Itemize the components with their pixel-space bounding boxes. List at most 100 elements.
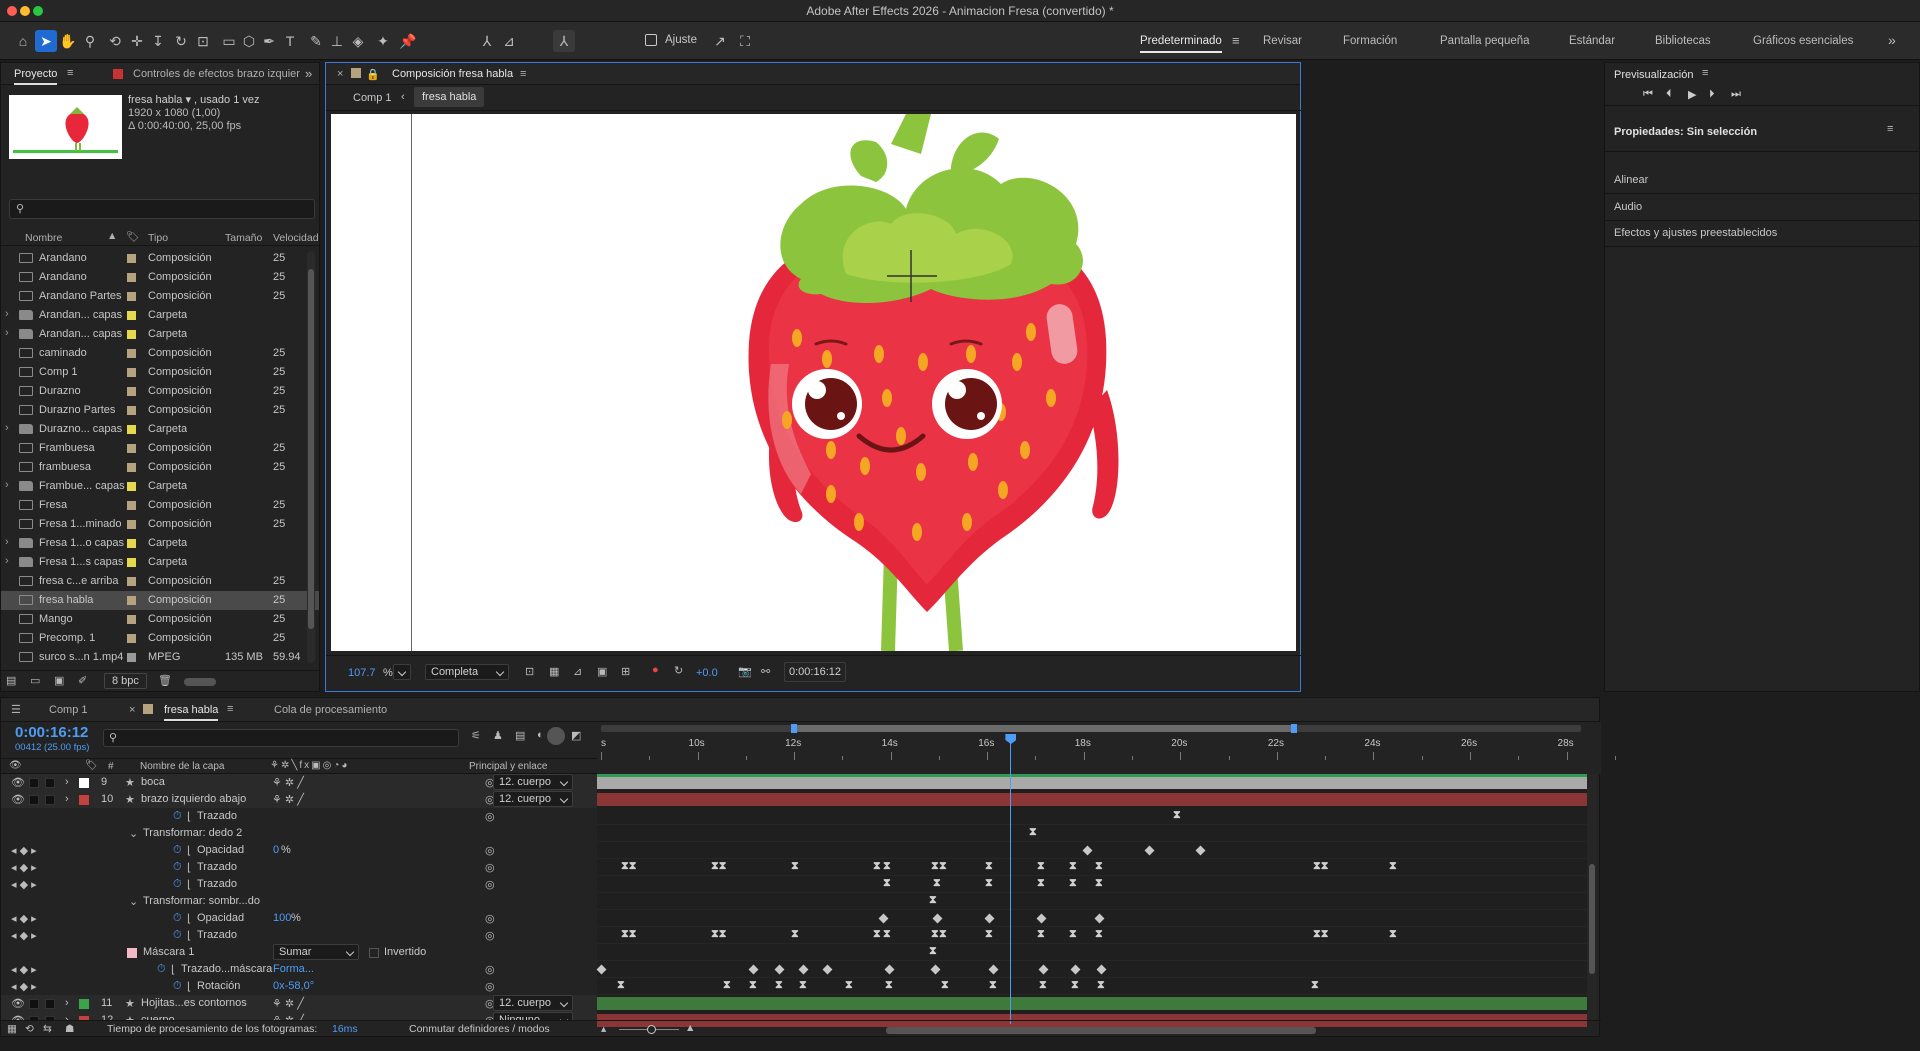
layer-duration-bar[interactable] (597, 997, 1587, 1010)
toggle-switches-modes[interactable]: Conmutar definidores / modos (409, 1023, 550, 1035)
keyframe-hold[interactable]: ⧗⧗ (621, 928, 636, 941)
keyframe-diamond[interactable] (988, 964, 999, 975)
reset-exposure-icon[interactable]: ↻ (674, 664, 683, 677)
expression-pickwhip-icon[interactable]: ◎ (485, 912, 495, 925)
lock-toggle[interactable] (45, 999, 55, 1009)
tab-composition[interactable]: Composición fresa habla (392, 68, 513, 80)
shape-3d-tool-icon[interactable]: ⬡ (238, 30, 260, 52)
col-speed[interactable]: Velocidad (273, 232, 319, 244)
keyframe-nav-icon[interactable]: ◂ ◆ ▸ (11, 929, 37, 942)
project-item[interactable]: Comp 1 Composición 25 (1, 363, 319, 382)
label-color-swatch[interactable] (127, 349, 136, 358)
lock-toggle[interactable] (45, 778, 55, 788)
keyframe-hold[interactable]: ⧗ (985, 877, 993, 890)
keyframe-hold[interactable]: ⧗ (845, 979, 853, 992)
col-layer-name[interactable]: Nombre de la capa (140, 761, 225, 772)
breadcrumb-fresa-habla[interactable]: fresa habla (414, 87, 485, 107)
tab-project[interactable]: Proyecto (14, 68, 58, 85)
viewer-timecode[interactable]: 0:00:16:12 (784, 662, 846, 682)
expression-pickwhip-icon[interactable]: ◎ (485, 810, 495, 823)
mask-mode-dropdown[interactable]: Sumar (273, 944, 359, 960)
project-scrollbar[interactable] (307, 251, 315, 663)
solo-toggle[interactable] (29, 778, 39, 788)
project-item[interactable]: Precomp. 1 Composición 25 (1, 629, 319, 648)
solo-toggle[interactable] (29, 795, 39, 805)
snap-grid-icon[interactable]: ⛶ (734, 30, 756, 52)
zoom-in-icon[interactable]: ▲ (685, 1022, 695, 1034)
pan-camera-icon[interactable]: ✛ (126, 30, 148, 52)
keyframe-nav-icon[interactable]: ◂ ◆ ▸ (11, 878, 37, 891)
keyframe-hold[interactable]: ⧗ (985, 860, 993, 873)
keyframe-hold[interactable]: ⧗⧗ (711, 928, 726, 941)
eye-icon[interactable]: 👁 (11, 793, 25, 806)
project-item[interactable]: › Durazno... capas Carpeta (1, 420, 319, 439)
parent-dropdown[interactable]: 12. cuerpo (493, 774, 573, 790)
label-color-swatch[interactable] (127, 634, 136, 643)
keyframe-nav-icon[interactable]: ◂ ◆ ▸ (11, 861, 37, 874)
keyframe-hold[interactable]: ⧗ (933, 877, 941, 890)
comp1-tab-icon[interactable]: ☰ (11, 703, 21, 716)
anchor-point-tool-icon[interactable]: ⊡ (192, 30, 214, 52)
interpret-footage-icon[interactable]: ▤ (6, 674, 16, 687)
label-tag-icon[interactable]: 🏷 (126, 230, 139, 243)
workspace-predeterminado[interactable]: Predeterminado (1140, 35, 1222, 53)
keyframe-hold[interactable]: ⧗ (985, 928, 993, 941)
label-color-swatch[interactable] (127, 615, 136, 624)
project-item[interactable]: Arandano Composición 25 (1, 268, 319, 287)
keyframe-diamond[interactable] (932, 913, 943, 924)
col-parent[interactable]: Principal y enlace (469, 761, 547, 772)
layer-duration-bar[interactable] (597, 793, 1587, 806)
switches-col-icon[interactable]: ⚘✲╲fx▣◎◔◕ (270, 760, 349, 771)
label-color-swatch[interactable] (127, 387, 136, 396)
timeline-timecode[interactable]: 0:00:16:12 (15, 724, 88, 741)
project-item[interactable]: Frambuesa Composición 25 (1, 439, 319, 458)
keyframe-hold[interactable]: ⧗ (1069, 860, 1077, 873)
keyframe-hold[interactable]: ⧗ (1069, 877, 1077, 890)
close-comp-tab-icon[interactable]: × (337, 68, 343, 80)
project-item[interactable]: Durazno Partes Composición 25 (1, 401, 319, 420)
graph-icon[interactable]: ⌊ (171, 963, 175, 976)
properties-menu-icon[interactable]: ≡ (1887, 123, 1893, 135)
property-row[interactable]: ◂ ◆ ▸ ⏱ ⌊ Trazado...máscara Forma... ◎ (1, 961, 597, 978)
keyframe-hold[interactable]: ⧗ (723, 979, 731, 992)
property-value[interactable]: 0x-58,0° (273, 980, 314, 992)
col-type[interactable]: Tipo (148, 232, 168, 244)
stopwatch-icon[interactable]: ⏱ (173, 878, 182, 891)
label-color-swatch[interactable] (127, 463, 136, 472)
expand-arrow-icon[interactable]: › (5, 479, 9, 491)
property-row[interactable]: ◂ ◆ ▸ ⏱ ⌊ Opacidad 0% ◎ (1, 842, 597, 859)
label-col-icon[interactable]: 🏷 (85, 760, 98, 771)
keyframe-diamond[interactable] (748, 964, 759, 975)
stopwatch-icon[interactable]: ⏱ (173, 844, 182, 857)
preview-menu-icon[interactable]: ≡ (1702, 67, 1708, 79)
keyframe-diamond[interactable] (798, 964, 809, 975)
mask-color-swatch[interactable] (127, 948, 137, 958)
project-item[interactable]: › Frambue... capas Carpeta (1, 477, 319, 496)
thumbnail-slider[interactable] (184, 678, 216, 686)
keyframe-hold[interactable]: ⧗ (1071, 979, 1079, 992)
lock-icon[interactable]: 🔒 (366, 68, 380, 81)
expression-pickwhip-icon[interactable]: ◎ (485, 844, 495, 857)
panel-menu-icon[interactable]: ≡ (67, 67, 73, 79)
project-search-input[interactable]: ⚲ (9, 199, 315, 219)
panel-overflow-icon[interactable]: » (305, 66, 312, 81)
keyframe-hold[interactable]: ⧗ (791, 860, 799, 873)
bpc-button[interactable]: 8 bpc (104, 673, 147, 689)
expression-pickwhip-icon[interactable]: ◎ (485, 980, 495, 993)
property-row[interactable]: ⌄Máscara 1SumarInvertido (1, 944, 597, 961)
workspace-revisar[interactable]: Revisar (1263, 35, 1302, 47)
project-item[interactable]: › Arandan... capas Carpeta (1, 325, 319, 344)
expand-switches-icon[interactable]: ⟲ (25, 1023, 34, 1035)
comp-viewer[interactable] (331, 114, 1296, 651)
play-icon[interactable]: ▶ (1688, 88, 1696, 101)
expand-arrow-icon[interactable]: › (65, 997, 69, 1009)
home-icon[interactable]: ⌂ (12, 30, 34, 52)
timeline-scrollbar[interactable] (1587, 774, 1597, 1020)
keyframe-hold[interactable]: ⧗ (1095, 860, 1103, 873)
keyframe-hold[interactable]: ⧗ (989, 979, 997, 992)
adjust-settings-icon[interactable]: ✐ (78, 674, 87, 687)
label-color-swatch[interactable] (127, 539, 136, 548)
project-item[interactable]: fresa habla Composición 25 (1, 591, 319, 610)
keyframe-hold[interactable]: ⧗ (939, 928, 947, 941)
keyframe-hold[interactable]: ⧗⧗ (1313, 928, 1328, 941)
